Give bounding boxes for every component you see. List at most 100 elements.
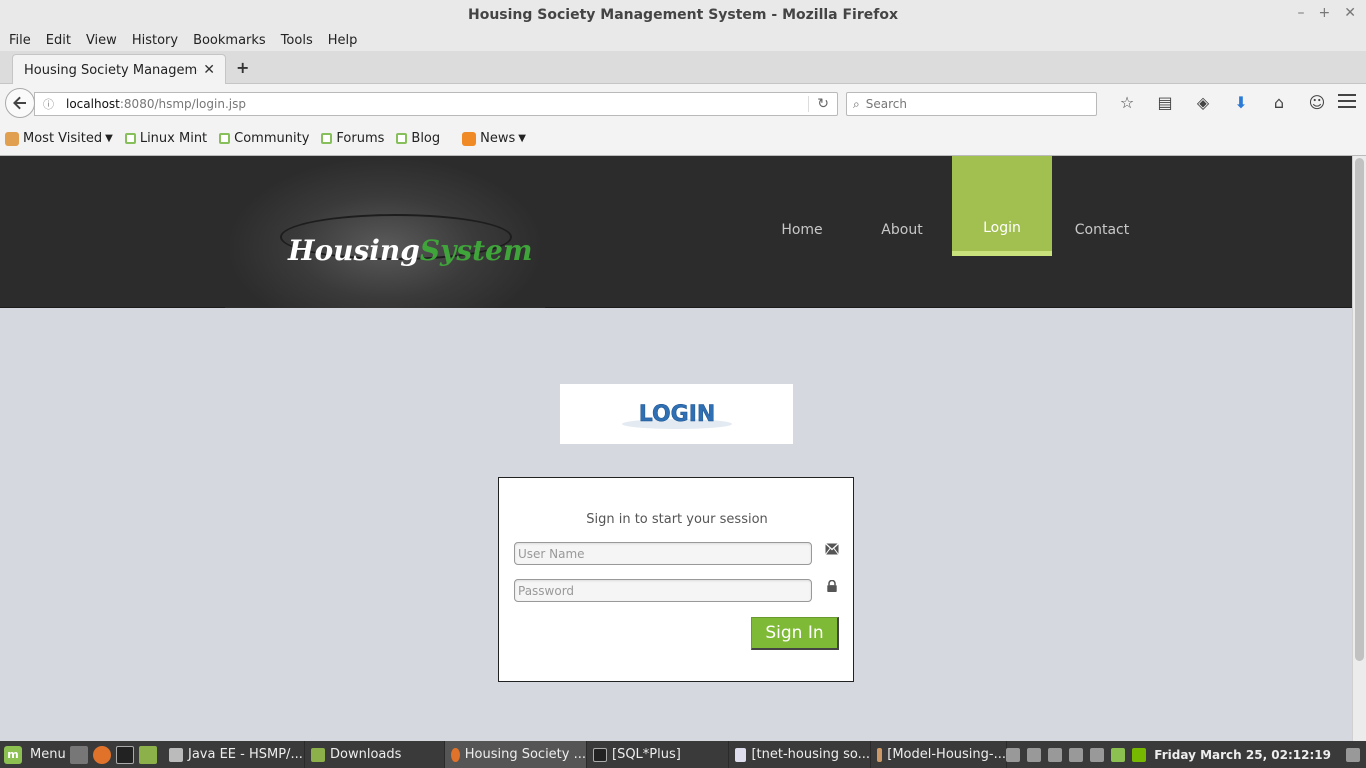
reading-list-icon[interactable]: ▤ (1146, 93, 1184, 112)
folder-icon (311, 747, 325, 762)
page-scrollbar[interactable] (1352, 156, 1366, 741)
bookmark-label: Linux Mint (139, 131, 208, 146)
dropdown-caret-icon: ▼ (518, 133, 526, 144)
login-form: Sign in to start your session User Name … (498, 477, 854, 682)
bookmark-label: Most Visited (23, 131, 103, 146)
files-icon[interactable] (139, 745, 157, 764)
taskbar-window-sqlplus[interactable]: [SQL*Plus] (587, 741, 729, 768)
bookmark-community[interactable]: Community (219, 131, 309, 146)
volume-icon[interactable] (1069, 747, 1084, 762)
bookmark-most-visited[interactable]: Most Visited ▼ (5, 131, 113, 146)
reload-icon[interactable]: ↻ (808, 96, 829, 112)
banner-text: LOGIN (638, 402, 715, 427)
bookmark-blog[interactable]: Blog (396, 131, 440, 146)
menu-view[interactable]: View (86, 33, 117, 48)
minimize-icon[interactable]: – (1298, 5, 1305, 21)
back-button[interactable] (5, 88, 35, 118)
logo-word-system: System (419, 234, 533, 267)
bookmark-label: Community (234, 131, 310, 146)
search-input[interactable]: ⌕ Search (846, 92, 1097, 116)
terminal-icon[interactable] (116, 745, 134, 764)
menu-history[interactable]: History (132, 33, 178, 48)
menu-bookmarks[interactable]: Bookmarks (193, 33, 266, 48)
menu-file[interactable]: File (9, 33, 31, 48)
window-label: [tnet-housing so... (751, 747, 870, 762)
sign-in-button[interactable]: Sign In (751, 617, 839, 650)
taskbar-window-firefox[interactable]: Housing Society ... (445, 741, 587, 768)
password-placeholder: Password (518, 583, 575, 598)
start-menu-label: Menu (30, 747, 66, 762)
taskbar-window-model-housing[interactable]: [Model-Housing-... (871, 741, 1007, 768)
close-tab-icon[interactable]: ✕ (203, 62, 215, 78)
firefox-icon[interactable] (93, 745, 111, 764)
browser-tab[interactable]: Housing Society Managemen... ✕ (12, 54, 226, 85)
site-nav: Home About Login Contact (752, 156, 1152, 256)
hamburger-menu-icon[interactable] (1338, 94, 1356, 112)
menu-help[interactable]: Help (328, 33, 358, 48)
downloads-icon[interactable]: ⬇ (1222, 93, 1260, 112)
mint-logo-icon: m (4, 745, 22, 764)
nav-home[interactable]: Home (752, 156, 852, 256)
scrollbar-thumb[interactable] (1355, 158, 1364, 661)
login-banner-image: LOGIN (560, 384, 793, 444)
tab-title: Housing Society Managemen... (24, 62, 198, 78)
mint-icon (219, 133, 231, 144)
taskbar-window-java-ee[interactable]: Java EE - HSMP/... (163, 741, 305, 768)
firefox-icon (451, 747, 460, 762)
show-desktop-icon[interactable] (70, 745, 88, 764)
window-label: Downloads (330, 747, 402, 762)
maximize-icon[interactable]: + (1319, 5, 1331, 21)
bookmarks-toolbar: Most Visited ▼ Linux Mint Community Forum… (0, 122, 1366, 156)
user-icon[interactable] (1006, 747, 1021, 762)
menu-tools[interactable]: Tools (281, 33, 313, 48)
username-field[interactable]: User Name (514, 542, 812, 565)
site-logo[interactable]: HousingSystem (288, 234, 532, 267)
tab-strip: Housing Society Managemen... ✕ + (0, 51, 1366, 85)
url-bar[interactable]: ⓘ localhost:8080/hsmp/login.jsp ↻ (34, 92, 838, 116)
system-tray: Friday March 25, 02:12:19 (999, 741, 1366, 768)
bookmark-linux-mint[interactable]: Linux Mint (124, 131, 208, 146)
password-field[interactable]: Password (514, 579, 812, 602)
taskbar-clock[interactable]: Friday March 25, 02:12:19 (1154, 748, 1331, 762)
mint-icon (321, 133, 333, 144)
url-host: localhost (66, 97, 120, 111)
nav-contact[interactable]: Contact (1052, 156, 1152, 256)
window-label: [Model-Housing-... (887, 747, 1006, 762)
username-placeholder: User Name (518, 546, 585, 561)
nav-login[interactable]: Login (952, 156, 1052, 256)
logo-word-housing: Housing (288, 234, 420, 267)
new-tab-icon[interactable]: + (236, 58, 249, 77)
site-header: HousingSystem Home About Login Contact (0, 156, 1352, 308)
terminal-icon (593, 747, 607, 762)
window-controls: – + ✕ (1298, 5, 1356, 21)
bookmark-label: News (480, 131, 516, 146)
bookmark-star-icon[interactable]: ☆ (1108, 93, 1146, 112)
quick-launch (70, 745, 157, 764)
network-icon[interactable] (1048, 747, 1063, 762)
window-label: Housing Society ... (464, 747, 586, 762)
bookmark-forums[interactable]: Forums (321, 131, 384, 146)
taskbar-window-downloads[interactable]: Downloads (305, 741, 445, 768)
pocket-icon[interactable]: ◈ (1184, 93, 1222, 112)
bookmark-news[interactable]: News ▼ (462, 131, 526, 146)
menu-edit[interactable]: Edit (46, 33, 71, 48)
nav-about[interactable]: About (852, 156, 952, 256)
hello-chat-icon[interactable]: ☺ (1298, 93, 1336, 112)
rss-icon (462, 131, 477, 146)
site-info-icon[interactable]: ⓘ (43, 96, 54, 112)
close-window-icon[interactable]: ✕ (1344, 5, 1356, 21)
taskbar-window-tnet-housing[interactable]: [tnet-housing so... (729, 741, 871, 768)
home-icon[interactable]: ⌂ (1260, 93, 1298, 112)
bookmark-label: Forums (336, 131, 385, 146)
battery-icon[interactable] (1090, 747, 1105, 762)
window-label: [SQL*Plus] (612, 747, 681, 762)
shield-icon[interactable] (1111, 747, 1126, 762)
lock-icon (827, 580, 837, 592)
nvidia-icon[interactable] (1132, 747, 1147, 762)
clipboard-icon[interactable] (1027, 747, 1042, 762)
start-menu-button[interactable]: m Menu (0, 745, 70, 764)
dropdown-caret-icon: ▼ (105, 133, 113, 144)
window-titlebar: Housing Society Management System - Mozi… (0, 0, 1366, 29)
toolbar-icons: ☆ ▤ ◈ ⬇ ⌂ ☺ (1108, 93, 1336, 112)
notifications-icon[interactable] (1346, 747, 1360, 762)
